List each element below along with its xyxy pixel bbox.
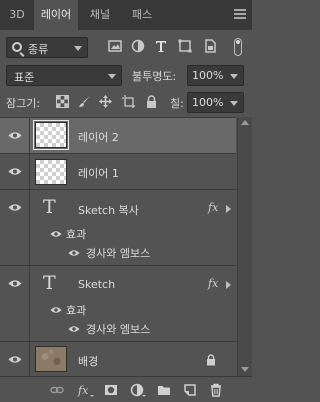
opacity-input[interactable]: 100%: [187, 65, 244, 86]
lock-all-icon[interactable]: [145, 95, 158, 108]
layer-thumbnail[interactable]: [35, 346, 67, 372]
eye-icon: [8, 168, 22, 175]
effects-group[interactable]: 효과: [30, 225, 236, 243]
layer-name[interactable]: 레이어 1: [78, 165, 119, 181]
eye-column: [0, 319, 30, 341]
layer-row[interactable]: 레이어 2: [0, 117, 236, 153]
effect-name: 경사와 엠보스: [86, 247, 151, 260]
eye-column: [0, 225, 30, 243]
text-layer-icon[interactable]: T: [43, 196, 56, 218]
blend-mode-value: 표준: [14, 71, 35, 84]
chevron-down-icon: [108, 74, 116, 79]
search-icon: [12, 42, 22, 52]
layer-name[interactable]: 배경: [78, 353, 98, 369]
folder-icon[interactable]: [157, 383, 171, 397]
tab-channels[interactable]: 채널: [80, 0, 120, 30]
effect-row[interactable]: 경사와 엠보스: [0, 243, 236, 265]
effects-group[interactable]: 효과: [30, 301, 236, 319]
effect-row[interactable]: 경사와 엠보스: [0, 319, 236, 341]
eye-icon: [8, 132, 22, 139]
lock-fill-row: 잠그기: 칠: 100%: [0, 89, 252, 115]
adjustment-filter-icon[interactable]: [131, 39, 145, 53]
layer-name[interactable]: Sketch: [78, 278, 115, 291]
text-layer-icon[interactable]: T: [43, 272, 56, 294]
layer-name[interactable]: Sketch 복사: [78, 202, 139, 218]
filter-kind-dropdown[interactable]: 종류: [6, 37, 88, 58]
fill-input[interactable]: 100%: [187, 92, 244, 113]
opacity-value: 100%: [192, 69, 224, 82]
layer-row[interactable]: T Sketch fx: [0, 265, 236, 301]
layer-row[interactable]: T Sketch 복사 fx: [0, 189, 236, 225]
effects-label: 효과: [66, 304, 87, 317]
layers-scrollbar[interactable]: [237, 117, 252, 376]
expand-effects-icon[interactable]: [226, 281, 231, 289]
smart-object-filter-icon[interactable]: [203, 39, 217, 53]
lock-transparent-pixels-icon[interactable]: [56, 95, 69, 108]
lock-label: 잠그기:: [6, 97, 41, 110]
fill-value: 100%: [192, 96, 224, 109]
effect-name: 경사와 엠보스: [86, 323, 151, 336]
eye-icon: [8, 204, 22, 211]
eye-icon: [8, 356, 22, 363]
adjustment-icon[interactable]: [130, 383, 147, 397]
prevent-auto-nesting-icon[interactable]: [122, 95, 135, 108]
blend-opacity-row: 표준 불투명도: 100%: [0, 62, 252, 88]
tab-paths[interactable]: 패스: [122, 0, 162, 30]
panel-menu-icon[interactable]: [234, 9, 246, 19]
layer-thumbnail[interactable]: [35, 159, 67, 185]
layer-filter-row: 종류: [0, 34, 252, 60]
layers-list: 레이어 2 레이어 1 T Sketch 복사 fx 효과 경사와 엠보스 T …: [0, 117, 252, 376]
layer-name[interactable]: 레이어 2: [78, 129, 119, 145]
effect-item[interactable]: 경사와 엠보스: [30, 320, 236, 338]
tab-layers[interactable]: 레이어: [34, 0, 78, 30]
fx-icon[interactable]: fx: [77, 383, 95, 397]
layer-row[interactable]: 배경: [0, 341, 236, 376]
shape-filter-icon[interactable]: [178, 39, 192, 53]
expand-effects-icon[interactable]: [226, 205, 231, 213]
eye-icon: [8, 280, 22, 287]
chevron-down-icon: [230, 101, 238, 106]
pixel-filter-icon[interactable]: [108, 39, 122, 53]
layer-thumbnail[interactable]: [33, 120, 69, 150]
eye-icon[interactable]: [50, 230, 62, 238]
lock-position-icon[interactable]: [99, 95, 112, 108]
effects-row[interactable]: 효과: [0, 225, 236, 243]
fx-icon[interactable]: fx: [208, 277, 218, 290]
link-icon[interactable]: [50, 383, 64, 397]
layer-row[interactable]: 레이어 1: [0, 153, 236, 189]
eye-column: [0, 301, 30, 319]
effects-label: 효과: [66, 228, 87, 241]
visibility-toggle[interactable]: [0, 118, 30, 153]
filter-toggle-switch[interactable]: [234, 38, 242, 56]
panel-tab-bar: 3D 레이어 채널 패스: [0, 0, 252, 30]
visibility-toggle[interactable]: [0, 342, 30, 376]
eye-column: [0, 243, 30, 265]
visibility-toggle[interactable]: [0, 154, 30, 189]
new-layer-icon[interactable]: [183, 383, 197, 397]
eye-icon[interactable]: [68, 249, 80, 257]
eye-icon[interactable]: [68, 325, 80, 333]
effects-row[interactable]: 효과: [0, 301, 236, 319]
scroll-down-icon[interactable]: [241, 367, 249, 372]
visibility-toggle[interactable]: [0, 190, 30, 225]
scroll-up-icon[interactable]: [241, 120, 249, 125]
fill-label: 칠:: [170, 97, 184, 110]
filter-kind-label: 종류: [28, 43, 49, 56]
lock-icon[interactable]: [206, 354, 216, 366]
opacity-label: 불투명도:: [132, 70, 177, 83]
layers-footer-toolbar: fx: [0, 376, 252, 402]
blend-mode-dropdown[interactable]: 표준: [6, 65, 122, 86]
tab-3d[interactable]: 3D: [0, 0, 34, 30]
effect-item[interactable]: 경사와 엠보스: [30, 244, 236, 262]
visibility-toggle[interactable]: [0, 266, 30, 301]
svg-text:fx: fx: [77, 384, 89, 397]
chevron-down-icon: [74, 46, 82, 51]
lock-image-pixels-icon[interactable]: [78, 95, 91, 108]
type-filter-icon[interactable]: [154, 39, 168, 53]
chevron-down-icon: [230, 74, 238, 79]
trash-icon[interactable]: [209, 383, 223, 397]
eye-icon[interactable]: [50, 306, 62, 314]
mask-icon[interactable]: [104, 383, 118, 397]
fx-icon[interactable]: fx: [208, 201, 218, 214]
